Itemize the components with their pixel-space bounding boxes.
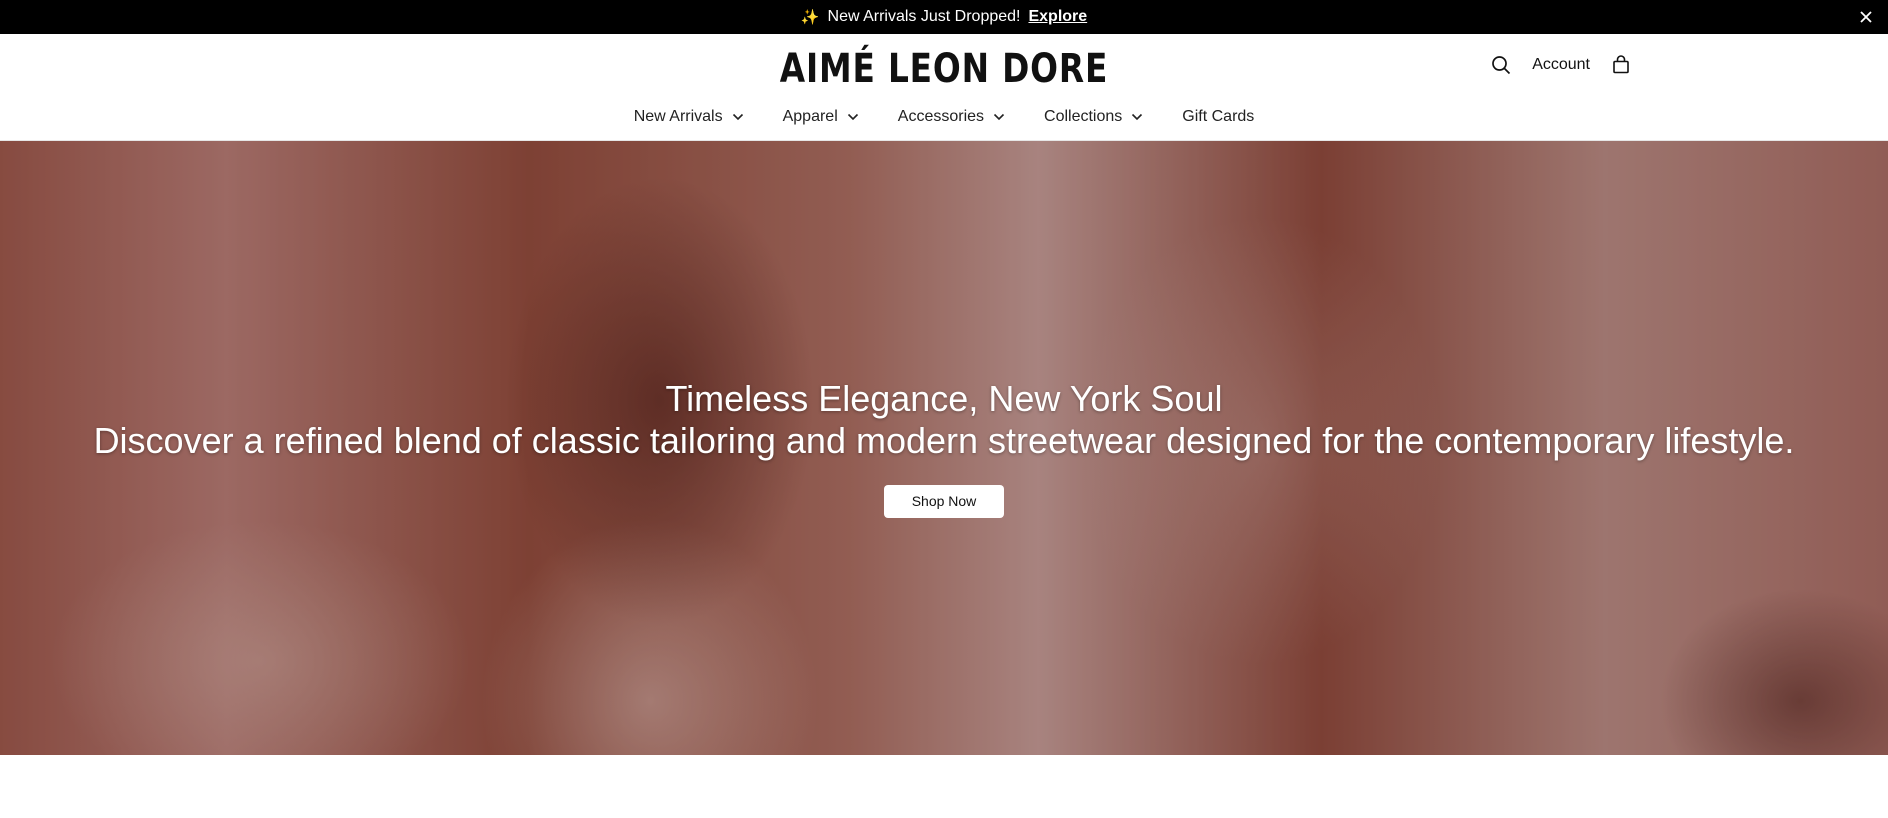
nav-label: Gift Cards	[1182, 108, 1255, 125]
hero-content: Timeless Elegance, New York Soul Discove…	[0, 377, 1888, 518]
header-utilities: Account	[1490, 54, 1632, 76]
nav-item-gift-cards[interactable]: Gift Cards	[1182, 108, 1254, 126]
nav-label: Accessories	[897, 108, 985, 125]
nav-item-collections[interactable]: Collections	[1044, 108, 1144, 126]
nav-item-accessories[interactable]: Accessories	[898, 108, 1006, 126]
nav-label: Collections	[1044, 108, 1123, 125]
announcement-bar: ✨ New Arrivals Just Dropped! Explore	[0, 0, 1888, 34]
site-header: AIMÉ LEON DORE Account New Arrivals Appa…	[0, 34, 1888, 141]
close-icon[interactable]	[1856, 7, 1876, 27]
chevron-down-icon	[732, 113, 743, 121]
account-link[interactable]: Account	[1532, 56, 1590, 74]
chevron-down-icon	[1132, 113, 1143, 121]
sparkles-icon: ✨	[800, 9, 820, 26]
nav-item-apparel[interactable]: Apparel	[783, 108, 860, 126]
nav-label: New Arrivals	[633, 108, 723, 125]
shop-now-button[interactable]: Shop Now	[884, 485, 1004, 518]
search-icon[interactable]	[1490, 54, 1512, 76]
hero-subtitle: Discover a refined blend of classic tail…	[93, 420, 1795, 461]
explore-link[interactable]: Explore	[1028, 8, 1087, 26]
chevron-down-icon	[847, 113, 858, 121]
nav-item-new-arrivals[interactable]: New Arrivals	[634, 108, 745, 126]
hero-title: Timeless Elegance, New York Soul	[665, 378, 1223, 419]
announcement-message: New Arrivals Just Dropped!	[827, 8, 1021, 25]
chevron-down-icon	[993, 113, 1005, 121]
cart-bag-icon[interactable]	[1610, 54, 1632, 76]
brand-logo[interactable]: AIMÉ LEON DORE	[170, 46, 1718, 92]
hero-banner: Timeless Elegance, New York Soul Discove…	[0, 141, 1888, 755]
main-nav: New Arrivals Apparel Accessories Collect…	[0, 108, 1888, 126]
nav-label: Apparel	[782, 108, 838, 125]
